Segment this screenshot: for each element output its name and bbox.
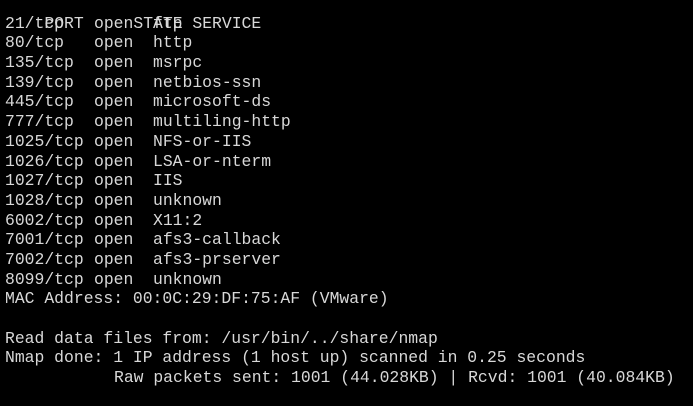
state-cell: open bbox=[94, 112, 134, 132]
service-cell: X11:2 bbox=[153, 210, 203, 230]
port-cell: 6002/tcp bbox=[5, 210, 84, 230]
service-cell: NFS-or-IIS bbox=[153, 131, 252, 151]
state-cell: open bbox=[94, 151, 134, 171]
port-cell: 8099/tcp bbox=[5, 269, 84, 289]
service-cell: afs3-callback bbox=[153, 230, 281, 250]
nmap-done-line: Nmap done: 1 IP address (1 host up) scan… bbox=[5, 348, 586, 368]
state-cell: open bbox=[94, 131, 134, 151]
service-cell: netbios-ssn bbox=[153, 72, 262, 92]
table-header: PORT STATE SERVICE bbox=[5, 0, 693, 33]
state-cell: open bbox=[94, 72, 134, 92]
service-cell: unknown bbox=[153, 269, 222, 289]
port-cell: 445/tcp bbox=[5, 92, 74, 112]
service-cell: multiling-http bbox=[153, 112, 291, 132]
state-cell: open bbox=[94, 92, 134, 112]
service-cell: afs3-prserver bbox=[153, 249, 281, 269]
service-cell: ftp bbox=[153, 13, 183, 33]
port-cell: 1025/tcp bbox=[5, 131, 84, 151]
table-row: 1026/tcp open LSA-or-nterm bbox=[5, 152, 693, 172]
port-cell: 80/tcp bbox=[5, 33, 65, 53]
mac-address-line: MAC Address: 00:0C:29:DF:75:AF (VMware) bbox=[5, 289, 389, 309]
port-cell: 1026/tcp bbox=[5, 151, 84, 171]
service-cell: http bbox=[153, 33, 193, 53]
table-row: 7002/tcp open afs3-prserver bbox=[5, 250, 693, 270]
state-cell: open bbox=[94, 171, 134, 191]
service-cell: IIS bbox=[153, 171, 183, 191]
table-row: 777/tcp open multiling-http bbox=[5, 112, 693, 132]
table-row: 21/tcp open ftp bbox=[5, 14, 693, 34]
state-cell: open bbox=[94, 190, 134, 210]
table-row: 1028/tcp open unknown bbox=[5, 191, 693, 211]
port-cell: 21/tcp bbox=[5, 13, 65, 33]
state-cell: open bbox=[94, 53, 134, 73]
table-row: 80/tcp open http bbox=[5, 33, 693, 53]
service-cell: msrpc bbox=[153, 53, 203, 73]
port-cell: 1028/tcp bbox=[5, 190, 84, 210]
port-cell: 135/tcp bbox=[5, 53, 74, 73]
state-cell: open bbox=[94, 269, 134, 289]
port-cell: 777/tcp bbox=[5, 112, 74, 132]
table-row: 1027/tcp open IIS bbox=[5, 171, 693, 191]
service-cell: unknown bbox=[153, 190, 222, 210]
port-cell: 7001/tcp bbox=[5, 230, 84, 250]
port-cell: 139/tcp bbox=[5, 72, 74, 92]
port-cell: 1027/tcp bbox=[5, 171, 84, 191]
terminal-window[interactable]: PORT STATE SERVICE 21/tcp open ftp 80/tcp ope… bbox=[0, 0, 693, 406]
state-cell: open bbox=[94, 249, 134, 269]
table-row: 1025/tcp open NFS-or-IIS bbox=[5, 132, 693, 152]
service-cell: LSA-or-nterm bbox=[153, 151, 272, 171]
table-row: 139/tcp open netbios-ssn bbox=[5, 73, 693, 93]
raw-packets-line: Raw packets sent: 1001 (44.028KB) | Rcvd… bbox=[114, 368, 675, 388]
state-cell: open bbox=[94, 13, 134, 33]
service-cell: microsoft-ds bbox=[153, 92, 272, 112]
state-cell: open bbox=[94, 210, 134, 230]
state-cell: open bbox=[94, 230, 134, 250]
table-row: 7001/tcp open afs3-callback bbox=[5, 230, 693, 250]
table-row: 6002/tcp open X11:2 bbox=[5, 211, 693, 231]
table-row: 445/tcp open microsoft-ds bbox=[5, 92, 693, 112]
port-cell: 7002/tcp bbox=[5, 249, 84, 269]
column-header-service: SERVICE bbox=[192, 13, 262, 33]
table-row: 8099/tcp open unknown bbox=[5, 270, 693, 290]
table-row: 135/tcp open msrpc bbox=[5, 53, 693, 73]
state-cell: open bbox=[94, 33, 134, 53]
read-data-line: Read data files from: /usr/bin/../share/… bbox=[5, 328, 438, 348]
